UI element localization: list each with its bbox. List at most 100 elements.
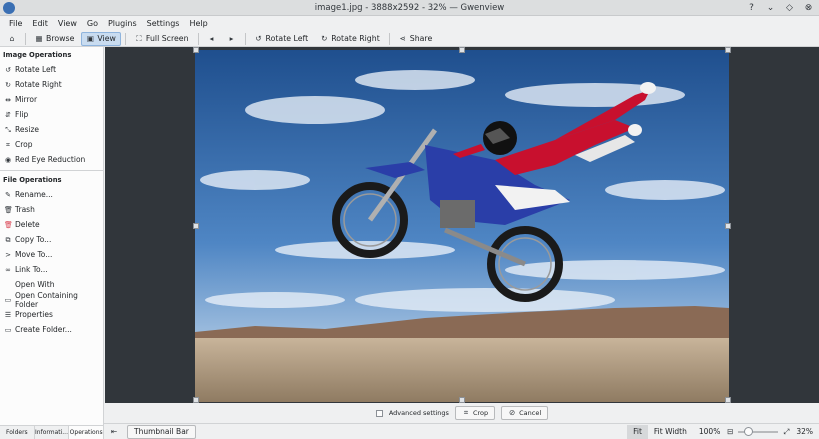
sidebar-item-move-to[interactable]: > Move To... <box>0 247 103 262</box>
sidebar-item-label: Flip <box>15 110 29 119</box>
menu-edit[interactable]: Edit <box>27 19 53 28</box>
crop-handle-right[interactable] <box>725 223 731 229</box>
cancel-icon: ⊘ <box>508 408 516 417</box>
sidebar-collapse-icon: ⇤ <box>110 426 118 436</box>
tab-folders[interactable]: Folders <box>0 426 35 439</box>
sidebar-item-label: Resize <box>15 125 40 134</box>
sidebar-item-label: Mirror <box>15 95 38 104</box>
menu-settings[interactable]: Settings <box>142 19 185 28</box>
sidebar-item-properties[interactable]: ☰ Properties <box>0 307 103 322</box>
zoom-slider-knob[interactable] <box>744 426 754 436</box>
menu-go[interactable]: Go <box>82 19 103 28</box>
menu-plugins[interactable]: Plugins <box>103 19 142 28</box>
sidebar-item-rotate-right[interactable]: ↻ Rotate Right <box>0 77 103 92</box>
zoom-in-icon[interactable]: ⤢ <box>782 427 790 436</box>
advanced-settings-label[interactable]: Advanced settings <box>389 409 449 417</box>
zoom-fit-button[interactable]: Fit <box>627 424 648 439</box>
file-operations-title: File Operations <box>3 176 62 184</box>
help-icon[interactable]: ? <box>745 1 758 14</box>
copy-icon: ⧉ <box>5 235 11 244</box>
main-toolbar: ⌂ ▦ Browse ▣ View ⛶ Full Screen ◂ ▸ ↺ Rotate… <box>0 31 819 47</box>
folder-new-icon: ▭ <box>4 325 12 334</box>
rotate-left-button[interactable]: ↺ Rotate Left <box>250 32 314 46</box>
zoom-level: 32% <box>796 427 813 436</box>
image-operations-title: Image Operations <box>3 51 72 59</box>
menu-help[interactable]: Help <box>184 19 212 28</box>
sidebar-item-open-containing-folder[interactable]: ▭ Open Containing Folder <box>0 290 103 309</box>
sidebar-item-label: Crop <box>15 140 33 149</box>
toggle-sidebar-button[interactable]: ⇤ <box>104 425 124 439</box>
thumbnail-bar-button[interactable]: Thumbnail Bar <box>127 424 196 439</box>
sidebar-item-resize[interactable]: ⤡ Resize <box>0 122 103 137</box>
zoom-out-icon[interactable]: ⊟ <box>726 427 734 436</box>
sidebar-item-create-folder[interactable]: ▭ Create Folder... <box>0 322 103 337</box>
sidebar-item-crop[interactable]: ⌗ Crop <box>0 137 103 152</box>
sidebar-item-label: Rename... <box>15 190 53 199</box>
zoom-fit-width-button[interactable]: Fit Width <box>648 425 693 439</box>
view-button[interactable]: ▣ View <box>81 31 121 46</box>
title-bar: image1.jpg - 3888x2592 - 32% — Gwenview … <box>0 0 819 16</box>
crop-button[interactable]: ⌗ Crop <box>454 406 496 420</box>
tab-operations[interactable]: Operations <box>69 426 105 439</box>
home-button[interactable]: ⌂ <box>3 32 21 46</box>
previous-button[interactable]: ◂ <box>203 32 221 46</box>
link-icon: ∞ <box>5 265 11 274</box>
sidebar-item-trash[interactable]: 🗑 Trash <box>0 202 103 217</box>
crop-handle-top-right[interactable] <box>725 47 731 53</box>
menu-view[interactable]: View <box>53 19 82 28</box>
browse-grid-icon: ▦ <box>35 33 43 43</box>
sidebar-item-delete[interactable]: 🗑 Delete <box>0 217 103 232</box>
zoom-slider[interactable] <box>738 426 779 438</box>
share-button[interactable]: ⋖ Share <box>394 32 438 46</box>
rotate-right-icon: ↻ <box>5 80 11 89</box>
rotate-right-label: Rotate Right <box>331 34 380 43</box>
maximize-icon[interactable]: ◇ <box>783 1 796 14</box>
window-title: image1.jpg - 3888x2592 - 32% — Gwenview <box>314 3 505 13</box>
sidebar-item-link-to[interactable]: ∞ Link To... <box>0 262 103 277</box>
sidebar: Image Operations ↺ Rotate Left ↻ Rotate Ri… <box>0 47 104 425</box>
sidebar-item-red-eye-reduction[interactable]: ◉ Red Eye Reduction <box>0 152 103 167</box>
previous-icon: ◂ <box>209 33 214 43</box>
advanced-settings-checkbox[interactable] <box>375 409 383 417</box>
browse-button[interactable]: ▦ Browse <box>30 32 79 46</box>
toolbar-separator <box>25 32 26 45</box>
tab-information[interactable]: Informati... <box>35 426 70 439</box>
motocross-photo[interactable] <box>195 50 729 402</box>
cancel-label: Cancel <box>519 409 542 417</box>
cancel-button[interactable]: ⊘ Cancel <box>501 406 549 420</box>
sidebar-item-label: Create Folder... <box>15 325 72 334</box>
full-screen-icon: ⛶ <box>136 33 142 43</box>
toolbar-separator <box>244 32 246 45</box>
menu-file[interactable]: File <box>4 19 27 28</box>
sidebar-item-rotate-left[interactable]: ↺ Rotate Left <box>0 62 103 77</box>
sidebar-item-label: Trash <box>15 205 35 214</box>
sidebar-item-flip[interactable]: ⇵ Flip <box>0 107 103 122</box>
next-button[interactable]: ▸ <box>223 32 241 46</box>
view-label: View <box>97 34 116 43</box>
crop-handle-left[interactable] <box>193 223 199 229</box>
minimize-icon[interactable]: ⌄ <box>764 1 777 14</box>
rotate-left-icon: ↺ <box>5 65 11 74</box>
menu-bar: File Edit View Go Plugins Settings Help <box>0 16 819 31</box>
close-icon[interactable]: ⊗ <box>802 1 815 14</box>
crop-icon: ⌗ <box>463 408 469 417</box>
sidebar-item-rename[interactable]: ✎ Rename... <box>0 187 103 202</box>
sidebar-item-mirror[interactable]: ⇹ Mirror <box>0 92 103 107</box>
move-icon: > <box>5 250 11 259</box>
sidebar-item-label: Open Containing Folder <box>14 290 78 309</box>
rotate-right-icon: ↻ <box>321 33 328 43</box>
folder-open-icon: ▭ <box>4 295 12 304</box>
sidebar-item-copy-to[interactable]: ⧉ Copy To... <box>0 232 103 247</box>
delete-icon: 🗑 <box>4 220 13 229</box>
share-icon: ⋖ <box>399 33 406 43</box>
rotate-right-button[interactable]: ↻ Rotate Right <box>315 32 385 46</box>
image-viewer[interactable] <box>105 47 819 403</box>
rotate-left-label: Rotate Left <box>265 34 309 43</box>
full-screen-button[interactable]: ⛶ Full Screen <box>130 32 194 46</box>
sidebar-item-label: Delete <box>15 220 40 229</box>
crop-handle-top-left[interactable] <box>193 47 199 53</box>
zoom-100-button[interactable]: 100% <box>693 425 726 439</box>
trash-icon: 🗑 <box>4 205 13 214</box>
crop-handle-top[interactable] <box>459 47 465 53</box>
sidebar-tabs: Folders Informati... Operations <box>0 425 105 439</box>
